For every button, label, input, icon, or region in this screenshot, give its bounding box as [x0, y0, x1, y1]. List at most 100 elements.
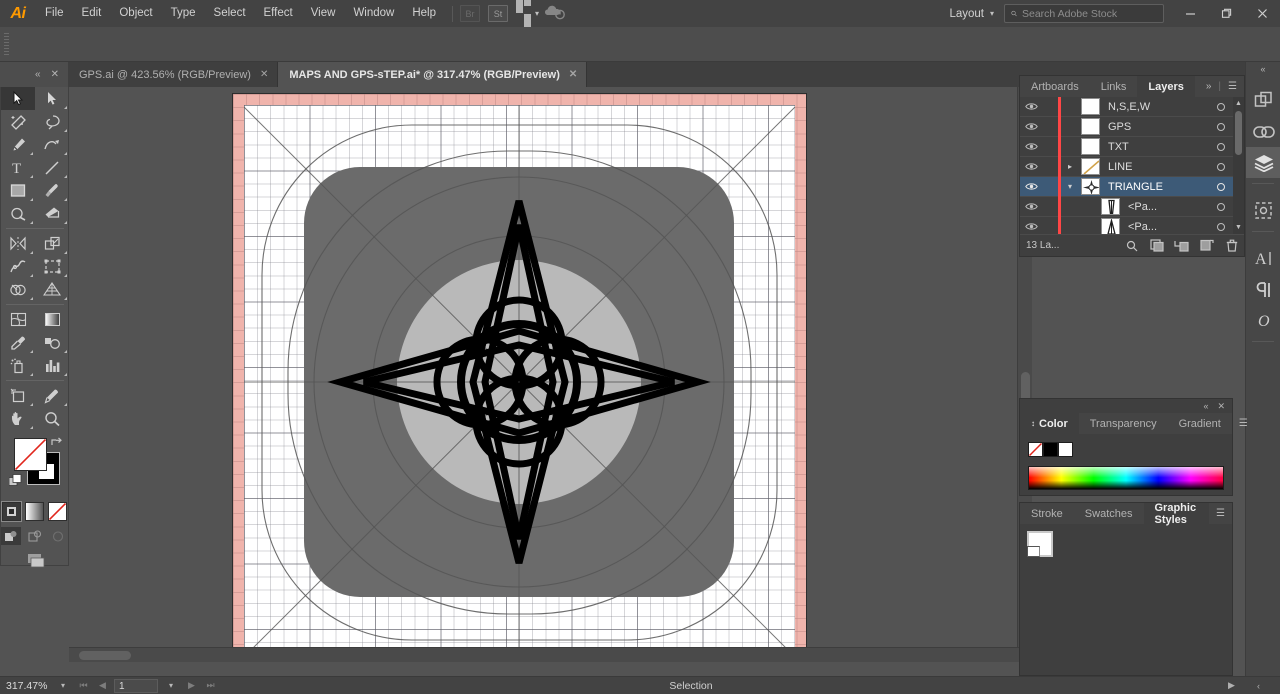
menu-help[interactable]: Help [403, 0, 445, 27]
direct-selection-tool[interactable] [35, 87, 69, 110]
symbol-sprayer-tool[interactable] [1, 354, 35, 377]
target-circle-icon[interactable] [1208, 122, 1234, 131]
artboard[interactable] [233, 94, 806, 647]
line-segment-tool[interactable] [35, 156, 69, 179]
gradient-button[interactable] [25, 502, 44, 521]
zoom-level-label[interactable]: 317.47% [0, 680, 52, 692]
change-screen-mode-button[interactable] [1, 552, 68, 570]
document-tab-maps-and-gps[interactable]: MAPS AND GPS-sTEP.ai* @ 317.47% (RGB/Pre… [278, 62, 588, 87]
rotate-tool[interactable] [1, 232, 35, 255]
window-minimize-button[interactable] [1172, 0, 1208, 27]
scrollbar-thumb[interactable] [1235, 111, 1242, 155]
compass-rose-artwork[interactable] [244, 105, 795, 647]
zoom-tool[interactable] [35, 407, 69, 430]
collapse-icon[interactable]: « [35, 69, 41, 80]
tab-collapse-controls[interactable]: « ✕ [0, 62, 68, 87]
tab-layers[interactable]: Layers [1137, 76, 1195, 97]
graphic-styles-panel[interactable]: Stroke Swatches Graphic Styles ☰ [1019, 502, 1233, 676]
gradient-tool[interactable] [35, 308, 69, 331]
tab-swatches[interactable]: Swatches [1073, 503, 1144, 524]
layer-list[interactable]: N,S,E,W GPS TXT ▸ LINE ▾ TRIANGLE <Pa...… [1020, 97, 1244, 234]
layer-row-line[interactable]: ▸ LINE [1020, 156, 1244, 177]
layer-name[interactable]: <Pa... [1120, 201, 1208, 213]
swap-fill-stroke-icon[interactable] [50, 436, 62, 451]
delete-selection-icon[interactable] [1219, 239, 1244, 252]
shape-builder-tool[interactable] [1, 278, 35, 301]
perspective-grid-tool[interactable] [35, 278, 69, 301]
status-more-icon[interactable]: ‹ [1249, 681, 1268, 691]
control-strip-handle[interactable] [4, 33, 9, 55]
layer-row-path-2[interactable]: <Pa... [1020, 216, 1244, 234]
artboards-icon[interactable] [1246, 85, 1280, 116]
window-maximize-button[interactable] [1208, 0, 1244, 27]
expand-arrow[interactable]: ▸ [1061, 162, 1079, 171]
menu-object[interactable]: Object [110, 0, 161, 27]
layer-row-path-1[interactable]: <Pa... [1020, 196, 1244, 217]
draw-inside-icon[interactable] [48, 527, 68, 545]
black-swatch[interactable] [1043, 442, 1058, 457]
scale-tool[interactable] [35, 232, 69, 255]
close-icon[interactable]: ✕ [260, 69, 268, 80]
layer-row-triangle[interactable]: ▾ TRIANGLE [1020, 176, 1244, 197]
rectangle-tool[interactable] [1, 179, 35, 202]
paragraph-icon[interactable] [1246, 274, 1280, 305]
magic-wand-tool[interactable] [1, 110, 35, 133]
menu-edit[interactable]: Edit [73, 0, 111, 27]
default-graphic-style-swatch[interactable] [1027, 531, 1053, 557]
menu-type[interactable]: Type [162, 0, 205, 27]
arrange-documents-icon[interactable]: ▾ [516, 0, 539, 27]
layer-row-gps[interactable]: GPS [1020, 116, 1244, 137]
eye-icon[interactable] [1020, 102, 1042, 111]
layers-panel[interactable]: Artboards Links Layers » | ☰ N,S,E,W GPS… [1019, 75, 1245, 257]
create-new-sublayer-icon[interactable] [1169, 239, 1194, 252]
first-artboard-icon[interactable]: ⏮ [74, 680, 93, 691]
fill-swatch[interactable] [14, 438, 47, 471]
layer-name[interactable]: LINE [1100, 161, 1208, 173]
next-artboard-icon[interactable]: ▶ [182, 680, 201, 691]
none-swatch[interactable] [1028, 442, 1043, 457]
eye-icon[interactable] [1020, 142, 1042, 151]
glyphs-icon[interactable]: O [1246, 305, 1280, 336]
dock-collapse-icon[interactable]: « [1246, 62, 1280, 76]
menu-view[interactable]: View [302, 0, 345, 27]
layer-row-txt[interactable]: TXT [1020, 136, 1244, 157]
color-panel[interactable]: « ✕ ↕ Color Transparency Gradient ☰ [1019, 398, 1248, 496]
eyedropper-tool[interactable] [1, 331, 35, 354]
window-close-button[interactable] [1244, 0, 1280, 27]
hand-tool[interactable] [1, 407, 35, 430]
tab-gradient[interactable]: Gradient [1167, 413, 1232, 434]
layer-name[interactable]: N,S,E,W [1100, 101, 1208, 113]
color-button[interactable] [1, 501, 22, 522]
close-icon[interactable]: ✕ [569, 69, 577, 80]
status-play-icon[interactable]: ▶ [1222, 680, 1241, 691]
artboard-tool[interactable] [1, 384, 35, 407]
eye-icon[interactable] [1020, 222, 1042, 231]
target-circle-icon[interactable] [1208, 202, 1234, 211]
tab-transparency[interactable]: Transparency [1078, 413, 1168, 434]
close-icon[interactable]: ✕ [1217, 401, 1225, 412]
locate-object-icon[interactable] [1119, 240, 1144, 252]
lasso-tool[interactable] [35, 110, 69, 133]
eye-icon[interactable] [1020, 182, 1042, 191]
pen-tool[interactable] [1, 133, 35, 156]
stock-search-box[interactable] [1004, 4, 1164, 23]
draw-behind-icon[interactable] [25, 527, 45, 545]
scroll-down-icon[interactable]: ▼ [1233, 221, 1244, 234]
panel-menu-icon[interactable]: ☰ [1228, 81, 1237, 92]
artboard-page[interactable] [244, 105, 795, 647]
mesh-tool[interactable] [1, 308, 35, 331]
tab-links[interactable]: Links [1089, 76, 1138, 97]
fill-stroke-controls[interactable] [1, 434, 70, 500]
create-new-layer-icon[interactable] [1194, 239, 1219, 252]
scrollbar-thumb[interactable] [79, 651, 131, 660]
slice-tool[interactable] [35, 384, 69, 407]
tab-color[interactable]: ↕ Color [1020, 413, 1079, 434]
search-input[interactable] [1022, 7, 1157, 20]
layer-row-nsew[interactable]: N,S,E,W [1020, 97, 1244, 117]
artboard-navigation[interactable]: ⏮ ◀ 1 ▾ ▶ ⏭ [74, 678, 220, 693]
width-tool[interactable] [1, 255, 35, 278]
layer-name[interactable]: TRIANGLE [1100, 181, 1208, 193]
stock-icon[interactable]: St [488, 5, 508, 22]
menu-window[interactable]: Window [344, 0, 403, 27]
color-spectrum-ramp[interactable] [1028, 466, 1224, 490]
